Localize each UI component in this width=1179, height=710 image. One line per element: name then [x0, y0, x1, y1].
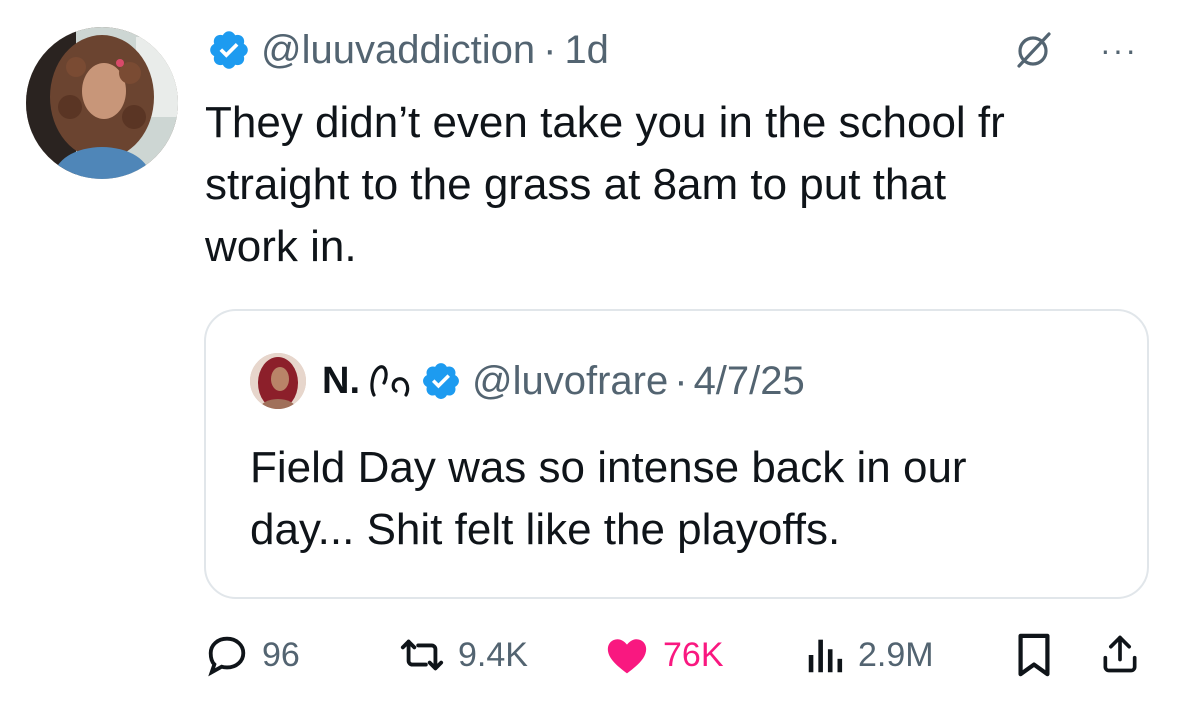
tweet-text: They didn’t even take you in the school …: [205, 98, 1005, 271]
repost-count: 9.4K: [458, 635, 528, 674]
separator-dot: ·: [674, 358, 688, 403]
views-count: 2.9M: [858, 635, 934, 674]
verified-badge-icon: [210, 31, 248, 69]
reply-button[interactable]: 96: [204, 632, 300, 678]
quoted-tweet-text: Field Day was so intense back in our day…: [250, 443, 967, 554]
quoted-tweet-header: N. @luvofrare · 4/7/25: [250, 351, 805, 411]
hands-emoji-icon: [370, 365, 410, 397]
share-icon: [1103, 635, 1137, 673]
repost-icon: [400, 639, 444, 671]
author-handle[interactable]: @luuvaddiction: [261, 28, 535, 73]
views-button[interactable]: 2.9M: [806, 632, 934, 678]
quoted-tweet-date[interactable]: 4/7/25: [694, 359, 805, 404]
grok-icon[interactable]: [1013, 30, 1053, 70]
tweet-header: @luuvaddiction · 1d: [207, 26, 609, 74]
reply-count: 96: [262, 635, 300, 674]
author-avatar[interactable]: [26, 27, 178, 179]
tweet-time[interactable]: 1d: [564, 28, 609, 73]
separator-dot: ·: [543, 27, 557, 72]
like-button[interactable]: 76K: [603, 632, 724, 678]
like-count: 76K: [663, 635, 724, 674]
reply-icon: [208, 636, 246, 677]
quoted-tweet[interactable]: N. @luvofrare · 4/7/25 Field Day was so …: [204, 309, 1149, 599]
bookmark-button[interactable]: [1014, 632, 1054, 678]
verified-badge-icon: [423, 363, 459, 399]
action-bar: 96 9.4K 76K 2.9M: [0, 628, 1179, 684]
like-icon: [607, 639, 647, 674]
bookmark-icon: [1018, 633, 1050, 677]
share-button[interactable]: [1098, 630, 1142, 678]
quoted-author-handle[interactable]: @luvofrare: [472, 359, 668, 404]
views-icon: [808, 639, 843, 673]
quoted-author-name[interactable]: N.: [322, 360, 360, 403]
repost-button[interactable]: 9.4K: [398, 632, 528, 678]
quoted-author-avatar[interactable]: [250, 353, 306, 409]
more-icon[interactable]: ···: [1100, 34, 1138, 66]
